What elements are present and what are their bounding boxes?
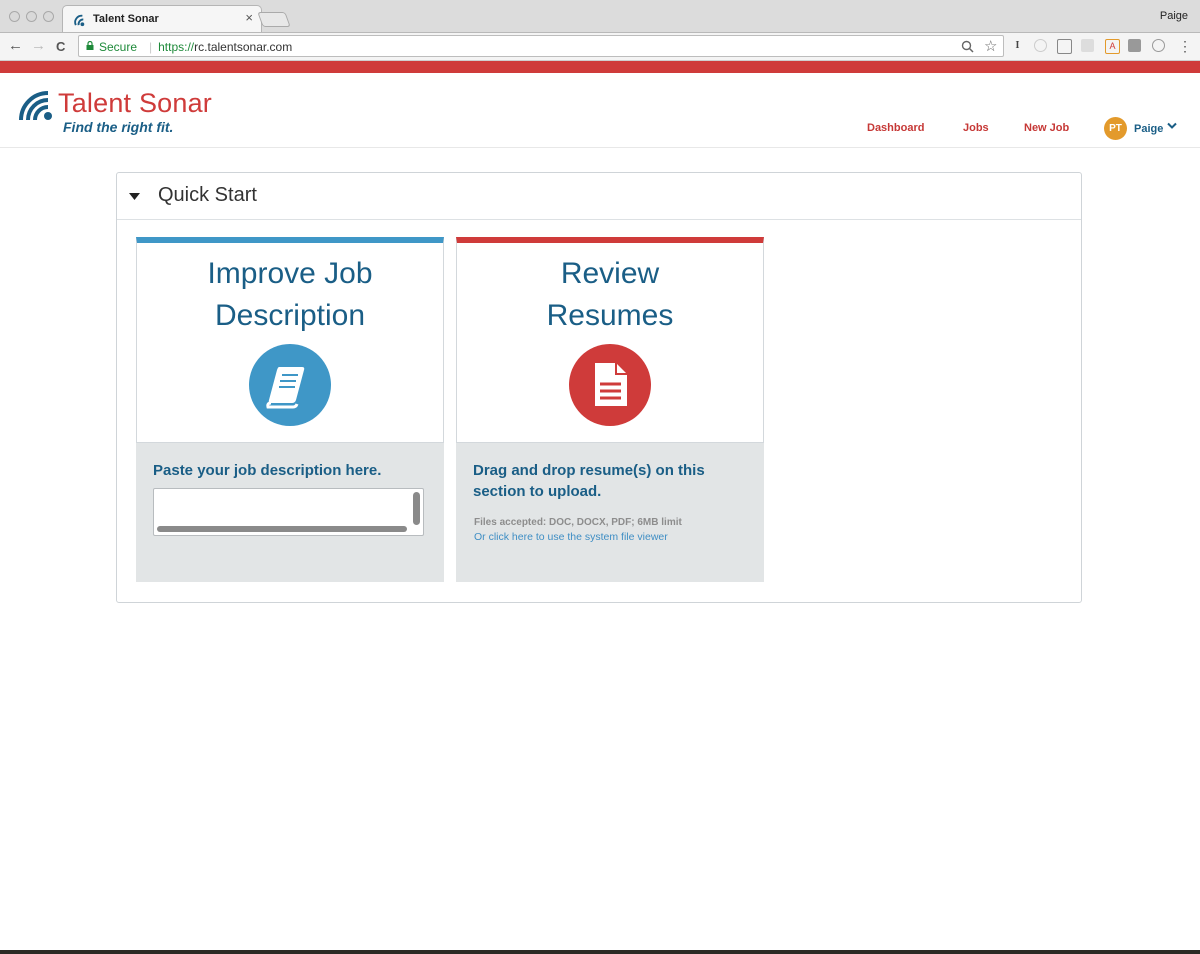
user-avatar[interactable]: PT [1104,117,1127,140]
extension-globe-icon[interactable] [1152,39,1165,52]
reload-icon[interactable]: C [56,38,65,56]
sonar-favicon-icon [74,14,85,27]
lock-icon [86,41,94,50]
browser-tab[interactable]: Talent Sonar × [62,5,262,32]
collapse-caret-icon[interactable] [129,193,140,200]
extension-shield-icon[interactable] [1128,39,1141,52]
bookmark-star-icon[interactable]: ☆ [984,37,997,55]
minimize-window-button[interactable] [26,11,37,22]
nav-jobs-link[interactable]: Jobs [963,122,989,134]
chevron-down-icon[interactable] [1167,122,1177,130]
forward-arrow-icon[interactable]: → [31,37,46,55]
extension-mail-icon[interactable] [1057,39,1072,54]
close-window-button[interactable] [9,11,20,22]
brand-tagline: Find the right fit. [63,119,174,135]
files-accepted-note: Files accepted: DOC, DOCX, PDF; 6MB limi… [474,517,682,528]
prompt-line: section to upload. [473,483,602,500]
book-icon [249,344,331,426]
url-scheme: https:// [158,40,195,54]
browser-toolbar: ← → C Secure | https://rc.talentsonar.com… [0,33,1200,61]
card-title-line: Description [214,299,366,332]
brand-accent-stripe [0,61,1200,73]
extension-camera-icon[interactable] [1081,39,1094,52]
extension-text-icon[interactable]: I [1011,39,1024,52]
card-title: Improve Job Description [137,253,443,337]
document-glyph [595,363,627,406]
job-description-textarea[interactable] [153,488,424,536]
textarea-horizontal-scrollbar[interactable] [157,526,407,532]
book-glyph [266,367,305,409]
document-icon [569,344,651,426]
quick-start-title: Quick Start [158,184,257,206]
card-header: Review Resumes [456,237,764,443]
improve-job-description-card: Improve Job Description Paste your job d… [136,237,444,582]
browser-menu-icon[interactable]: ⋮ [1178,37,1192,55]
textarea-vertical-scrollbar[interactable] [413,492,420,525]
tab-title: Talent Sonar [93,13,159,25]
browser-profile-name[interactable]: Paige [1160,10,1188,22]
app-header: Talent Sonar Find the right fit. Dashboa… [0,73,1200,148]
card-title-line: Review [560,257,660,290]
brand-name: Talent Sonar [58,88,212,118]
nav-dashboard-link[interactable]: Dashboard [867,122,924,134]
back-arrow-icon[interactable]: ← [8,37,23,55]
job-description-prompt: Paste your job description here. [153,462,382,479]
prompt-line: Drag and drop resume(s) on this [473,462,705,479]
card-title-line: Resumes [546,299,674,332]
secure-label: Secure [99,40,138,54]
quick-start-panel: Quick Start Improve Job Description Past… [116,172,1082,603]
zoom-window-button[interactable] [43,11,54,22]
extension-pdf-icon[interactable]: A [1105,39,1120,54]
file-viewer-link[interactable]: Or click here to use the system file vie… [474,531,668,543]
app-page: Talent Sonar Find the right fit. Dashboa… [0,73,1200,950]
tab-close-icon[interactable]: × [245,11,253,25]
card-header: Improve Job Description [136,237,444,443]
address-bar[interactable]: Secure | https://rc.talentsonar.com ☆ [78,35,1004,57]
extension-circle-icon[interactable] [1034,39,1047,52]
browser-window: Talent Sonar × Paige ← → C Secure | https… [0,0,1200,950]
card-title: Review Resumes [457,253,763,337]
card-title-line: Improve Job [207,257,373,290]
talent-sonar-logo[interactable]: Talent Sonar Find the right fit. [18,85,248,137]
quick-start-header[interactable]: Quick Start [117,173,1081,220]
sonar-waves-icon [19,91,52,121]
tab-strip: Talent Sonar × Paige [0,0,1200,33]
url-text: | https://rc.talentsonar.com [149,40,293,54]
nav-new-job-link[interactable]: New Job [1024,122,1069,134]
url-host: rc.talentsonar.com [194,40,293,54]
user-name[interactable]: Paige [1134,123,1163,135]
new-tab-button[interactable] [257,12,291,27]
review-resumes-card[interactable]: Review Resumes Drag and drop resume(s) o… [456,237,764,582]
zoom-search-icon[interactable] [961,40,974,53]
resume-dropzone-prompt: Drag and drop resume(s) on this section … [473,460,705,502]
